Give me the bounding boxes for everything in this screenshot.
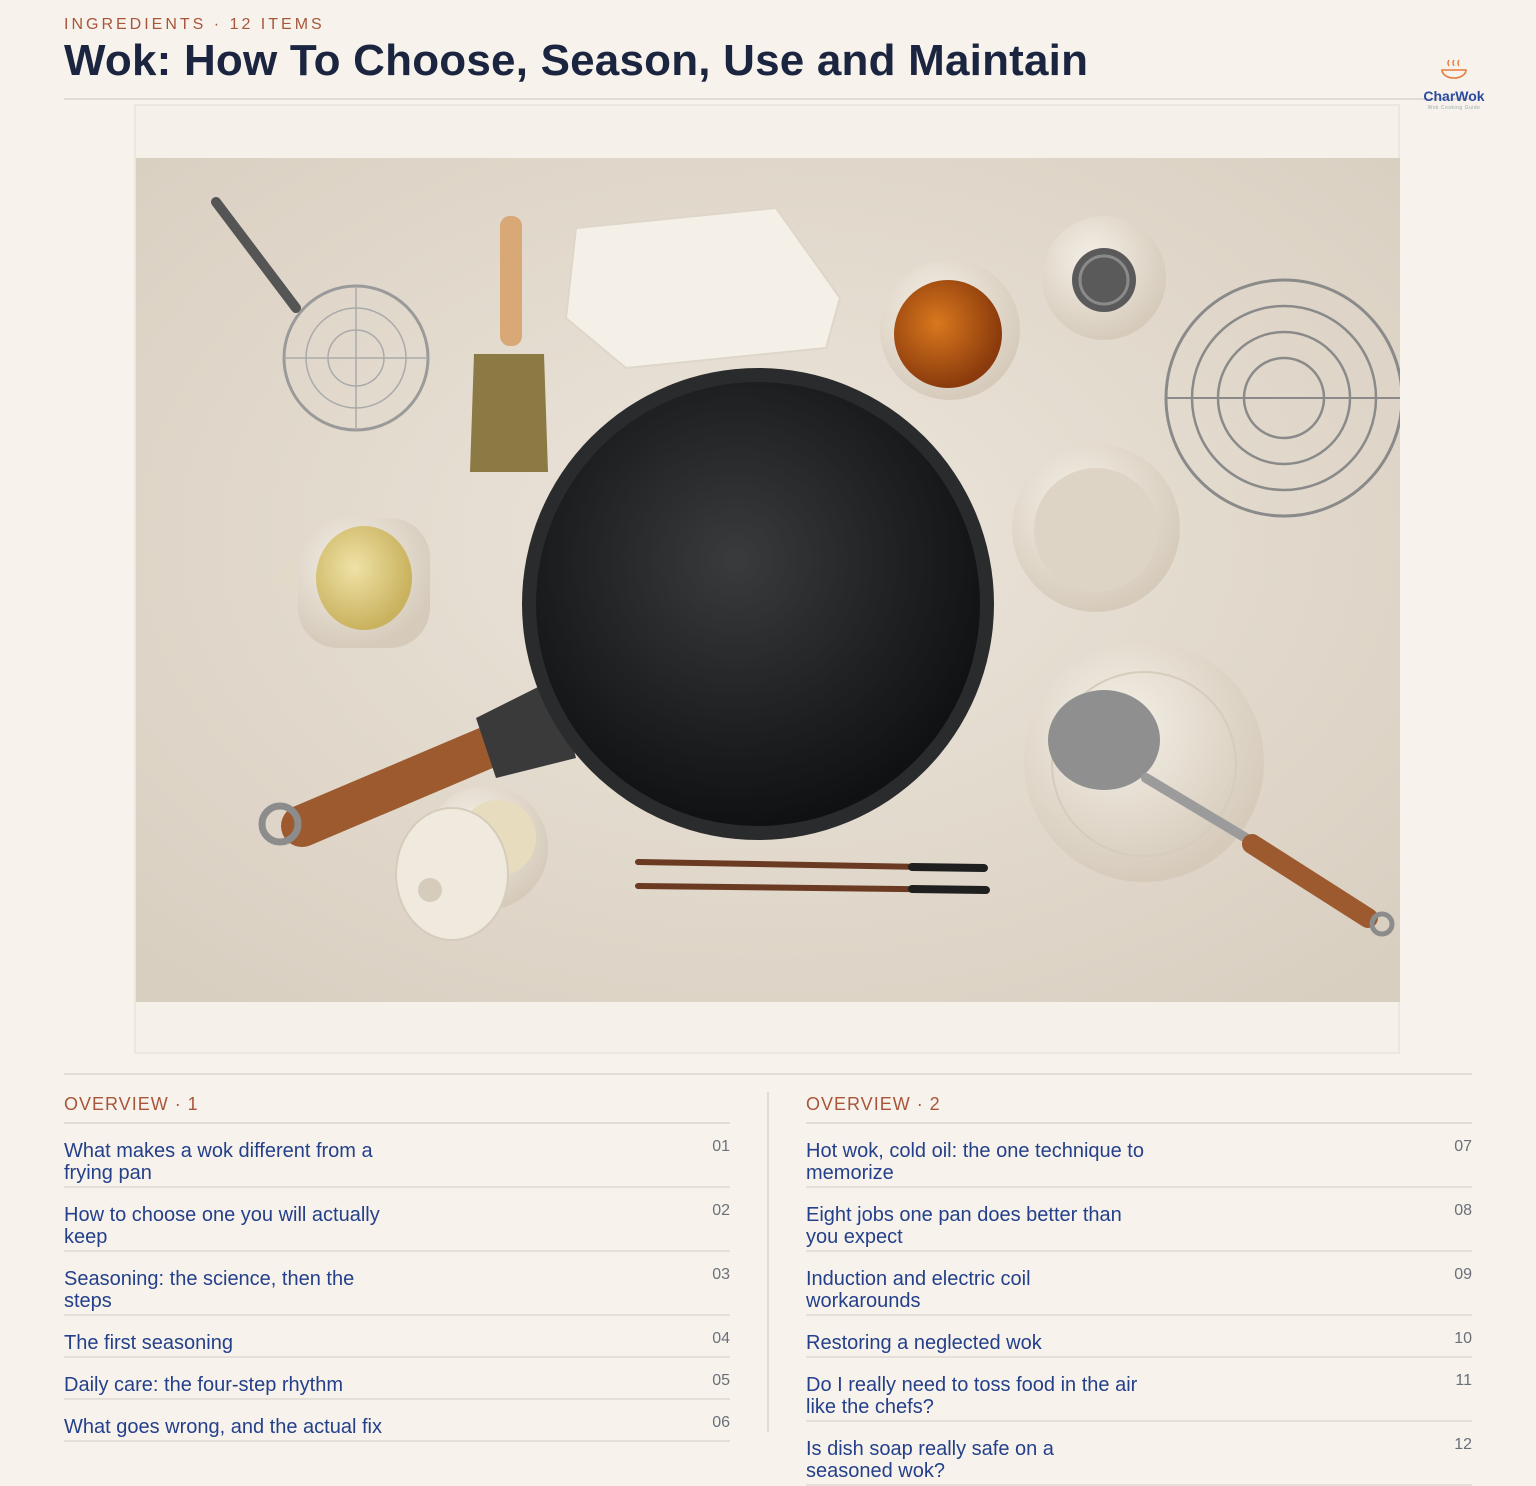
overview-column-1: OVERVIEW · 1 What makes a wok different … [64,1092,730,1442]
overview-item[interactable]: Induction and electric coil workarounds … [806,1252,1472,1316]
overview-item[interactable]: Restoring a neglected wok 10 [806,1316,1472,1358]
brand-name: CharWok [1423,88,1485,104]
overview-item[interactable]: Daily care: the four-step rhythm 05 [64,1358,730,1400]
overview-item[interactable]: The first seasoning 04 [64,1316,730,1358]
overview-item[interactable]: Seasoning: the science, then the steps 0… [64,1252,730,1316]
brand-tagline: Wok Cooking Guide [1427,105,1481,111]
overview-item[interactable]: How to choose one you will actually keep… [64,1188,730,1252]
overview-item-title[interactable]: Eight jobs one pan does better than you … [806,1204,1146,1248]
overview-item-title[interactable]: Do I really need to toss food in the air… [806,1374,1146,1418]
overview-heading: OVERVIEW · 1 [64,1092,730,1124]
overview-item-number: 06 [712,1414,730,1431]
overview-item[interactable]: What makes a wok different from a frying… [64,1124,730,1188]
overview-item-number: 07 [1454,1138,1472,1155]
overview-item-title[interactable]: Restoring a neglected wok [806,1332,1146,1354]
section-divider [64,1073,1472,1075]
overview-item[interactable]: Hot wok, cold oil: the one technique to … [806,1124,1472,1188]
overview-item-number: 04 [712,1330,730,1347]
overview-item-number: 05 [712,1372,730,1389]
overview-item-title[interactable]: What goes wrong, and the actual fix [64,1416,404,1438]
overview-item-number: 01 [712,1138,730,1155]
hero-image-frame [134,104,1400,1054]
overview-heading: OVERVIEW · 2 [806,1092,1472,1124]
overview-item-number: 12 [1454,1436,1472,1453]
overview-item-number: 02 [712,1202,730,1219]
overview-item-title[interactable]: Hot wok, cold oil: the one technique to … [806,1140,1146,1184]
overview-item-title[interactable]: Seasoning: the science, then the steps [64,1268,404,1312]
category-eyebrow: INGREDIENTS · 12 ITEMS [64,16,325,33]
overview-item[interactable]: Do I really need to toss food in the air… [806,1358,1472,1422]
overview-item-number: 08 [1454,1202,1472,1219]
overview-item-title[interactable]: How to choose one you will actually keep [64,1204,404,1248]
page-title: Wok: How To Choose, Season, Use and Main… [64,36,1089,85]
overview-item[interactable]: What goes wrong, and the actual fix 06 [64,1400,730,1442]
brand-logo[interactable]: CharWok Wok Cooking Guide [1416,58,1492,111]
overview-column-2: OVERVIEW · 2 Hot wok, cold oil: the one … [806,1092,1472,1486]
overview-item-number: 10 [1454,1330,1472,1347]
overview-item-title[interactable]: The first seasoning [64,1332,404,1354]
overview-item[interactable]: Eight jobs one pan does better than you … [806,1188,1472,1252]
overview-item-number: 11 [1455,1372,1472,1389]
overview-item-number: 03 [712,1266,730,1283]
title-divider [64,98,1472,100]
hero-image [136,158,1400,1002]
overview-item-number: 09 [1454,1266,1472,1283]
overview-item-title[interactable]: What makes a wok different from a frying… [64,1140,404,1184]
steaming-bowl-icon [1441,59,1467,79]
overview-item-title[interactable]: Is dish soap really safe on a seasoned w… [806,1438,1146,1482]
overview-item-title[interactable]: Induction and electric coil workarounds [806,1268,1146,1312]
overview-item[interactable]: Is dish soap really safe on a seasoned w… [806,1422,1472,1486]
overview-item-title[interactable]: Daily care: the four-step rhythm [64,1374,404,1396]
column-divider [767,1092,769,1432]
